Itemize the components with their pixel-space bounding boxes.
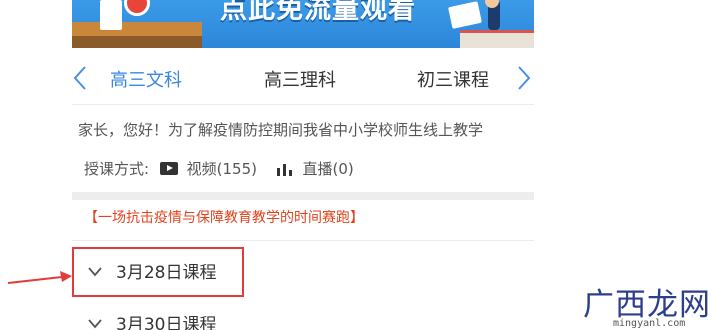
tab-senior3-arts[interactable]: 高三文科 bbox=[110, 66, 182, 92]
tabs-divider bbox=[72, 104, 534, 105]
tab-senior3-science[interactable]: 高三理科 bbox=[264, 66, 336, 92]
chevron-left-icon[interactable] bbox=[72, 65, 88, 91]
banner-books-illustration bbox=[460, 30, 534, 48]
course-item-label: 3月30日课程 bbox=[116, 315, 217, 330]
video-count-link[interactable]: 视频(155) bbox=[187, 158, 257, 179]
chevron-right-icon[interactable] bbox=[516, 65, 532, 91]
promo-banner[interactable]: 点此免流量观看 bbox=[72, 0, 534, 48]
arrow-pointer-icon bbox=[7, 271, 72, 284]
list-divider bbox=[72, 240, 534, 241]
watermark-url: mingyanl.com bbox=[613, 318, 686, 329]
watermark: 广西龙网 mingyanl.com bbox=[581, 279, 713, 330]
chevron-down-icon bbox=[88, 319, 102, 329]
intro-text: 家长，您好！为了解疫情防控期间我省中小学校师生线上教学 bbox=[78, 121, 484, 139]
methods-label: 授课方式: bbox=[84, 160, 150, 178]
play-icon bbox=[159, 162, 178, 175]
promo-headline[interactable]: 【一场抗击疫情与保障教育教学的时间赛跑】 bbox=[84, 207, 364, 227]
grade-tabs: 高三文科 高三理科 初三课程 bbox=[72, 56, 534, 105]
tab-junior3-courses[interactable]: 初三课程 bbox=[417, 66, 489, 92]
teaching-methods: 授课方式: 视频(155) 直播(0) bbox=[84, 158, 354, 182]
bar-chart-icon bbox=[276, 163, 292, 176]
banner-book-illustration bbox=[100, 0, 122, 30]
live-count-link[interactable]: 直播(0) bbox=[303, 158, 354, 179]
banner-shelf-shadow bbox=[72, 36, 202, 48]
banner-title: 点此免流量观看 bbox=[220, 0, 416, 25]
section-divider-band bbox=[72, 192, 534, 200]
highlight-box bbox=[72, 247, 244, 297]
